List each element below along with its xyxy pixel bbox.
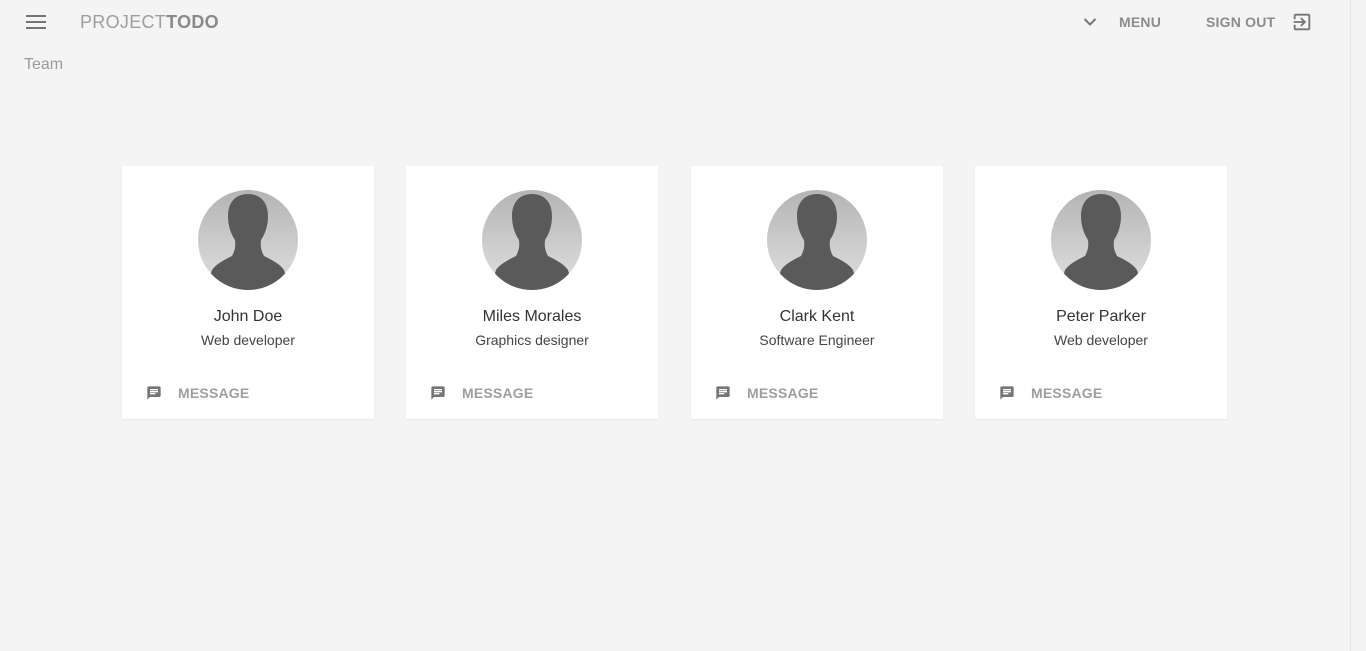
menu-dropdown-button[interactable]: MENU [1083, 10, 1161, 34]
exit-to-app-icon [1294, 13, 1311, 31]
member-role: Software Engineer [759, 332, 875, 348]
message-button[interactable]: MESSAGE [999, 382, 1102, 404]
sign-out-label: SIGN OUT [1206, 14, 1276, 30]
brand-text-light: PROJECT [80, 12, 167, 32]
message-label: MESSAGE [178, 385, 250, 401]
member-role: Graphics designer [475, 332, 589, 348]
page-title: Team [24, 56, 64, 73]
team-page: PROJECTTODO MENU SIGN OUT Team John Doe … [0, 0, 1366, 651]
vertical-scrollbar[interactable] [1350, 0, 1366, 651]
message-label: MESSAGE [462, 385, 534, 401]
message-label: MESSAGE [1031, 385, 1103, 401]
brand-text-bold: TODO [166, 12, 219, 32]
message-label: MESSAGE [747, 385, 819, 401]
chat-message-icon [147, 386, 161, 400]
chat-message-icon [1000, 386, 1014, 400]
person-silhouette-icon [198, 190, 298, 290]
brand-logo[interactable]: PROJECTTODO [80, 12, 219, 33]
member-name: Miles Morales [482, 308, 582, 325]
team-member-card: Peter Parker Web developer MESSAGE [975, 166, 1227, 419]
message-button[interactable]: MESSAGE [715, 382, 818, 404]
message-button[interactable]: MESSAGE [146, 382, 249, 404]
person-silhouette-icon [482, 190, 582, 290]
member-role: Web developer [201, 332, 295, 348]
hamburger-menu-icon[interactable] [26, 14, 46, 30]
member-name: John Doe [213, 308, 283, 325]
team-member-card: Clark Kent Software Engineer MESSAGE [691, 166, 943, 419]
message-button[interactable]: MESSAGE [430, 382, 533, 404]
chevron-down-icon [1083, 18, 1097, 26]
member-name: Clark Kent [779, 308, 855, 325]
app-header: PROJECTTODO MENU SIGN OUT [0, 0, 1350, 44]
sign-out-button[interactable]: SIGN OUT [1206, 10, 1313, 34]
chat-message-icon [716, 386, 730, 400]
member-name: Peter Parker [1056, 308, 1146, 325]
team-member-card: John Doe Web developer MESSAGE [122, 166, 374, 419]
chat-message-icon [431, 386, 445, 400]
menu-label: MENU [1119, 14, 1162, 30]
member-role: Web developer [1054, 332, 1148, 348]
person-silhouette-icon [1051, 190, 1151, 290]
person-silhouette-icon [767, 190, 867, 290]
team-member-card: Miles Morales Graphics designer MESSAGE [406, 166, 658, 419]
